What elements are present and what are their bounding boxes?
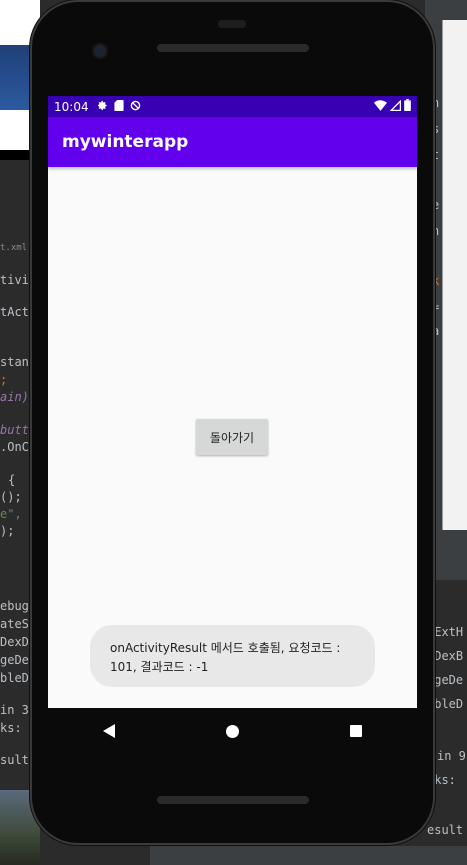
back-nav-icon[interactable] xyxy=(103,724,116,738)
home-nav-icon[interactable] xyxy=(225,724,239,738)
status-time: 10:04 xyxy=(54,99,89,114)
top-slot xyxy=(218,20,246,28)
cellular-icon xyxy=(389,98,402,114)
ide-editor-tab[interactable]: t.xml xyxy=(0,243,27,253)
build-output-line: esult xyxy=(427,823,464,837)
taskbar xyxy=(150,846,467,865)
front-camera xyxy=(94,45,106,57)
earpiece-speaker xyxy=(157,44,309,52)
build-output-line: ebug xyxy=(0,599,29,613)
code-line: ; xyxy=(0,373,8,387)
ide-tool-panel[interactable] xyxy=(442,20,467,530)
battery-icon xyxy=(404,99,411,114)
do-not-disturb-icon xyxy=(130,100,141,114)
back-button[interactable]: 돌아가기 xyxy=(196,419,268,455)
gear-icon xyxy=(97,100,108,114)
toast-text: onActivityResult 메서드 호출됨, 요청코드 : 101, 결과… xyxy=(110,641,341,674)
navigation-bar xyxy=(48,708,417,754)
code-line: ); xyxy=(0,524,15,538)
app-bar: mywinterapp xyxy=(48,117,417,167)
app-title: mywinterapp xyxy=(62,132,189,152)
build-output-line: in 9 xyxy=(437,749,466,763)
status-bar: 10:04 xyxy=(48,96,417,117)
wifi-icon xyxy=(374,99,387,114)
recents-nav-icon[interactable] xyxy=(349,725,362,737)
code-line: { xyxy=(8,473,16,487)
sd-card-icon xyxy=(114,99,124,114)
code-line: (); xyxy=(0,490,22,504)
toast-message: onActivityResult 메서드 호출됨, 요청코드 : 101, 결과… xyxy=(90,625,375,687)
phone-screen: 10:04 mywinterapp 돌아가기 onActivityResult … xyxy=(48,96,417,708)
bottom-speaker xyxy=(157,796,309,804)
